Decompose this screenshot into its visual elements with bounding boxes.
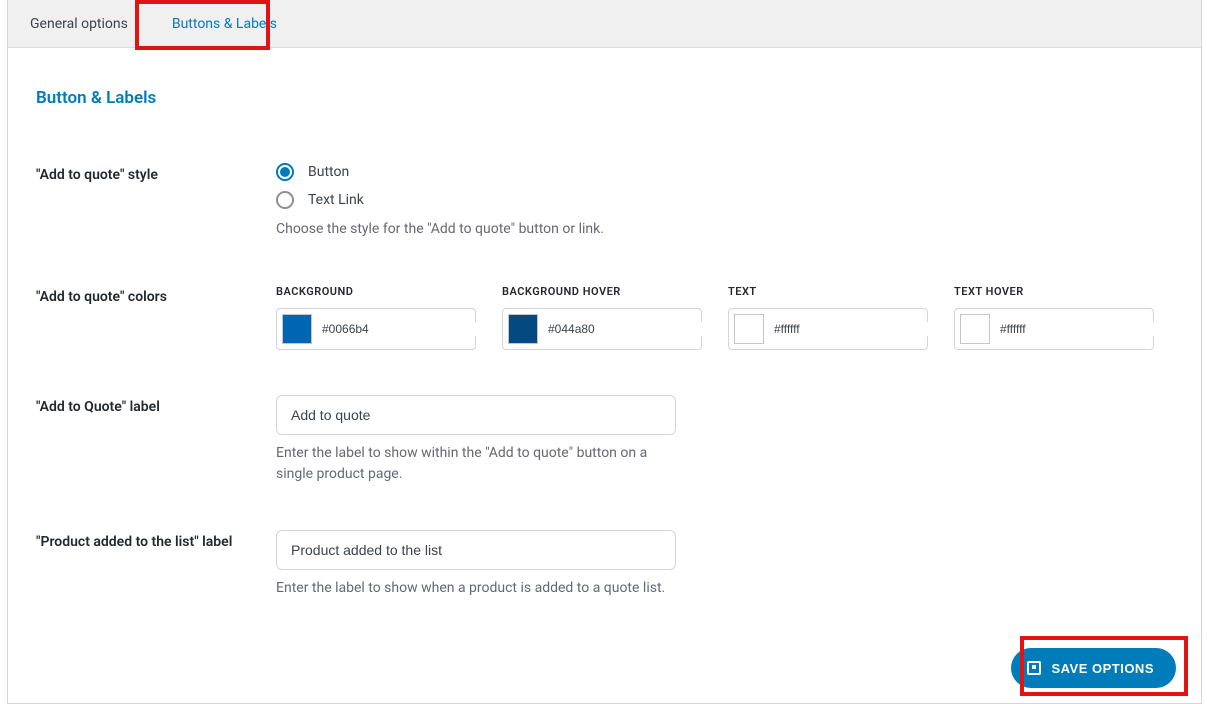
save-button-label: SAVE OPTIONS xyxy=(1051,661,1154,676)
add-to-quote-label-input[interactable] xyxy=(276,395,676,435)
color-col-title: TEXT HOVER xyxy=(954,285,1154,298)
radio-label: Text Link xyxy=(308,192,364,208)
help-text: Enter the label to show within the "Add … xyxy=(276,443,676,485)
save-icon xyxy=(1027,661,1041,675)
radio-icon xyxy=(276,163,294,181)
color-input[interactable] xyxy=(502,308,702,350)
save-options-button[interactable]: SAVE OPTIONS xyxy=(1011,648,1176,688)
color-swatch-icon[interactable] xyxy=(282,314,312,344)
page-title: Button & Labels xyxy=(36,88,1173,108)
color-col-title: BACKGROUND xyxy=(276,285,476,298)
product-added-label-input[interactable] xyxy=(276,530,676,570)
tab-label: General options xyxy=(30,16,128,32)
tab-general-options[interactable]: General options xyxy=(8,0,150,47)
radio-label: Button xyxy=(308,164,349,180)
color-col-background: BACKGROUND xyxy=(276,285,476,350)
color-hex-input[interactable] xyxy=(548,322,703,336)
tabs-bar: General options Buttons & Labels xyxy=(8,0,1201,48)
tab-label: Buttons & Labels xyxy=(172,16,277,32)
help-text: Enter the label to show when a product i… xyxy=(276,578,716,599)
field-label-add-label: "Add to Quote" label xyxy=(36,395,276,415)
color-col-text-hover: TEXT HOVER xyxy=(954,285,1154,350)
radio-icon xyxy=(276,191,294,209)
color-input[interactable] xyxy=(276,308,476,350)
color-col-text: TEXT xyxy=(728,285,928,350)
field-label-style: "Add to quote" style xyxy=(36,163,276,183)
field-control-style: Button Text Link Choose the style for th… xyxy=(276,163,1173,240)
radio-text-link[interactable]: Text Link xyxy=(276,191,1173,209)
color-hex-input[interactable] xyxy=(322,322,477,336)
color-hex-input[interactable] xyxy=(1000,322,1155,336)
color-col-title: TEXT xyxy=(728,285,928,298)
color-input[interactable] xyxy=(728,308,928,350)
field-label-colors: "Add to quote" colors xyxy=(36,285,276,305)
color-swatch-icon[interactable] xyxy=(508,314,538,344)
field-label-product-added: "Product added to the list" label xyxy=(36,530,276,550)
color-col-background-hover: BACKGROUND HOVER xyxy=(502,285,702,350)
tab-buttons-labels[interactable]: Buttons & Labels xyxy=(150,0,299,47)
color-swatch-icon[interactable] xyxy=(734,314,764,344)
color-swatch-icon[interactable] xyxy=(960,314,990,344)
color-hex-input[interactable] xyxy=(774,322,929,336)
help-text: Choose the style for the "Add to quote" … xyxy=(276,219,1173,240)
color-col-title: BACKGROUND HOVER xyxy=(502,285,702,298)
radio-button[interactable]: Button xyxy=(276,163,1173,181)
color-input[interactable] xyxy=(954,308,1154,350)
